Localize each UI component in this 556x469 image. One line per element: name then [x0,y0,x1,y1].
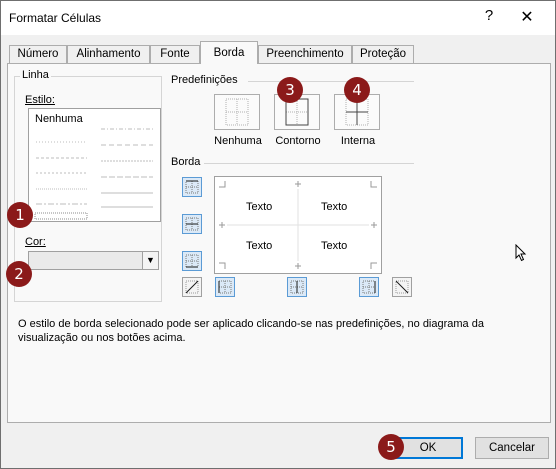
help-note: O estilo de borda selecionado pode ser a… [18,318,484,344]
callout-badge: 4 [344,77,370,103]
border-diagonal-up-icon [185,280,199,294]
tab-fonte[interactable]: Fonte [150,45,200,63]
color-dropdown[interactable]: ▼ [28,251,159,270]
callout-badge: 2 [6,261,32,287]
cancel-button[interactable]: Cancelar [475,437,549,459]
help-button[interactable]: ? [479,7,499,27]
border-inside-horizontal-button[interactable] [182,214,202,234]
tab-alinhamento[interactable]: Alinhamento [67,45,150,63]
callout-badge: 1 [7,202,33,228]
callout-badge: 5 [378,434,404,460]
border-preview[interactable]: Texto Texto Texto Texto [214,176,382,274]
predefinicoes-label: Predefinições [171,74,238,86]
preview-cell-text: Texto [246,240,273,252]
preview-cell-text: Texto [321,201,348,213]
title-bar: Formatar Células ? ✕ [1,1,555,35]
border-bottom-button[interactable] [182,251,202,271]
borda-label: Borda [171,156,201,168]
border-right-button[interactable] [359,277,379,297]
linha-group-label: Linha [20,69,51,81]
preview-cell-text: Texto [246,201,273,213]
borda-divider [204,163,414,164]
callout-badge: 3 [277,77,303,103]
tab-borda[interactable]: Borda [200,41,258,64]
border-top-button[interactable] [182,177,202,197]
preset-outline-label: Contorno [275,135,321,147]
border-diagonal-down-button[interactable] [392,277,412,297]
preview-cell-text: Texto [321,240,348,252]
border-left-icon [218,280,232,294]
estilo-label: Estilo: [25,94,55,106]
border-diagonal-up-button[interactable] [182,277,202,297]
predefinicoes-divider [248,81,414,82]
dialog-title: Formatar Células [9,11,102,25]
chevron-down-icon[interactable]: ▼ [142,252,158,269]
format-cells-dialog: Formatar Células ? ✕ Número Alinhamento … [0,0,556,469]
close-button[interactable]: ✕ [516,7,538,27]
preview-guides [219,181,377,269]
border-bottom-icon [185,254,199,268]
tab-preenchimento[interactable]: Preenchimento [258,45,352,63]
line-style-list[interactable]: Nenhuma [28,108,161,222]
cor-label: Cor: [25,236,46,248]
border-inside-vertical-button[interactable] [287,277,307,297]
border-inside-vertical-icon [290,280,304,294]
preset-none-label: Nenhuma [214,135,262,147]
preset-inside-label: Interna [340,135,376,147]
mouse-pointer-icon [515,244,527,262]
border-right-icon [362,280,376,294]
border-diagonal-down-icon [395,280,409,294]
tab-protecao[interactable]: Proteção [352,45,414,63]
tab-numero[interactable]: Número [9,45,67,63]
border-inside-horizontal-icon [185,217,199,231]
preset-none-icon [225,98,249,126]
border-left-button[interactable] [215,277,235,297]
line-style-samples[interactable] [29,109,160,221]
borda-panel: Linha Estilo: Nenhuma Cor: ▼ Predefiniçõ… [7,63,551,423]
preset-none-button[interactable] [214,94,260,130]
border-top-icon [185,180,199,194]
